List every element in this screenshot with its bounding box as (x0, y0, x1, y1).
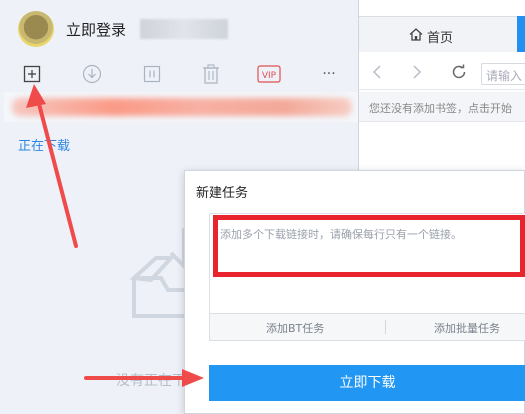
back-icon[interactable] (371, 64, 383, 83)
delete-icon[interactable] (200, 64, 222, 84)
tab-active-edge (517, 16, 525, 52)
url-input[interactable]: 请输入 (481, 63, 525, 85)
tab-home-label: 首页 (427, 31, 454, 46)
add-batch-task-button[interactable]: 添加批量任务 (434, 320, 500, 336)
more-icon[interactable]: ··· (318, 64, 340, 84)
login-link[interactable]: 立即登录 (66, 19, 126, 40)
avatar[interactable] (18, 11, 54, 47)
dialog-title: 新建任务 (196, 186, 249, 201)
toolbar: VIP ··· (0, 56, 358, 92)
new-task-icon[interactable] (21, 64, 43, 84)
annotation-highlight-box (213, 215, 525, 277)
download-icon[interactable] (81, 64, 103, 84)
redacted-task-name (12, 98, 352, 116)
bookmark-hint[interactable]: 您还没有添加书签，点击开始 (369, 100, 512, 116)
home-icon (409, 28, 423, 45)
dialog-actions-bar: 添加BT任务 添加批量任务 (209, 313, 525, 341)
add-bt-task-button[interactable]: 添加BT任务 (266, 320, 324, 336)
pause-icon[interactable] (141, 64, 163, 84)
action-separator (385, 320, 386, 334)
tab-home[interactable]: 首页 (359, 16, 519, 52)
forward-icon[interactable] (411, 64, 423, 83)
new-task-dialog: 新建任务 添加多个下载链接时，请确保每行只有一个链接。 添加BT任务 添加批量任… (184, 170, 525, 414)
username-redacted (140, 19, 228, 39)
user-bar: 立即登录 (0, 0, 358, 56)
refresh-icon[interactable] (450, 63, 468, 84)
tab-home-content: 首页 (409, 27, 453, 46)
downloading-filter-label[interactable]: 正在下载 (18, 135, 70, 154)
vip-icon[interactable]: VIP (257, 64, 281, 84)
bookmark-bar: 您还没有添加书签，点击开始 (359, 92, 525, 122)
download-now-button[interactable]: 立即下载 (209, 365, 525, 401)
browser-navbar: 请输入 (359, 56, 525, 90)
download-task-row[interactable] (4, 92, 358, 122)
vip-label: VIP (262, 71, 277, 81)
